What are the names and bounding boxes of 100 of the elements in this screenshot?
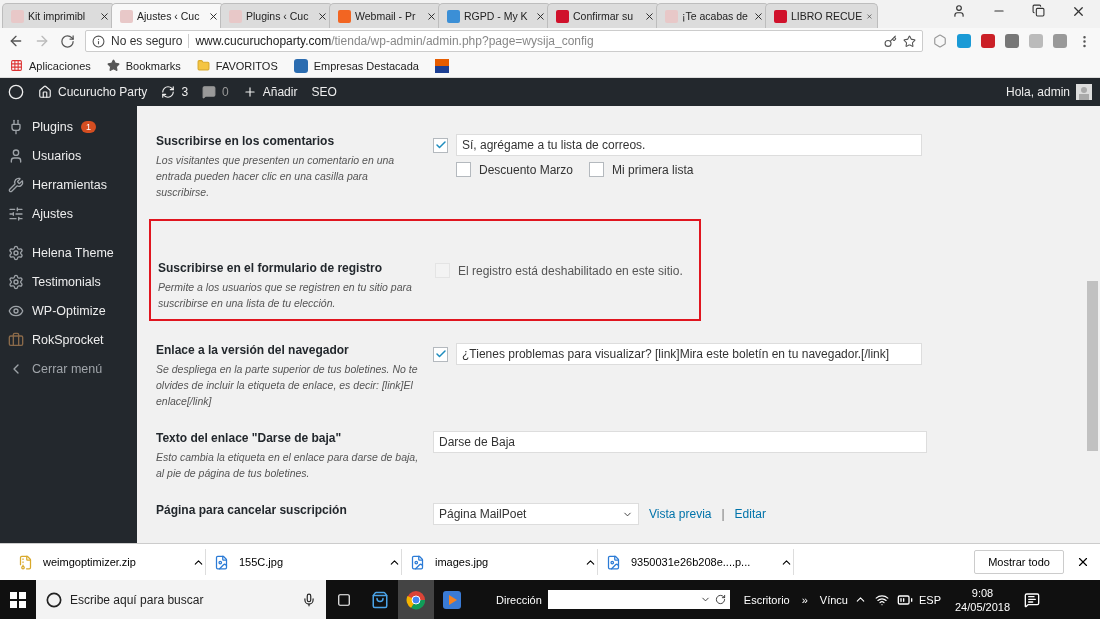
close-icon	[535, 10, 546, 22]
image-file-icon	[214, 554, 229, 570]
text-field[interactable]: ¿Tienes problemas para visualizar? [link]Mira este boletín en tu navegador.[/link]	[456, 343, 922, 365]
site-icon	[293, 58, 308, 73]
clock-date[interactable]: 24/05/2018	[955, 599, 1011, 614]
briefcase-icon	[8, 331, 24, 348]
checkbox[interactable]	[589, 162, 605, 177]
links-toolbar[interactable]: Víncu	[813, 593, 854, 606]
close-icon	[426, 10, 437, 22]
checkbox[interactable]	[433, 346, 448, 362]
more-chevron[interactable]: »	[795, 593, 814, 606]
menu-item[interactable]: Helena Theme	[32, 245, 114, 260]
home-icon	[38, 85, 52, 99]
taskbar-address-field[interactable]	[547, 590, 730, 609]
wifi-icon[interactable]	[874, 592, 889, 607]
separator: |	[721, 507, 725, 521]
close-icon	[753, 10, 764, 22]
setting-description: Los visitantes que presenten un comentario en una entrada pueden hacer clic en una casilla para suscribirse.	[156, 153, 396, 200]
site-link[interactable]: Cucurucho Party	[58, 85, 148, 99]
clock-time[interactable]: 9:08	[971, 585, 994, 600]
cortana-icon	[46, 591, 62, 608]
key-icon[interactable]	[884, 34, 897, 48]
address-bar[interactable]: No es seguro www.cucuruchoparty.com/tienda/wp-admin/admin.php?page=wysija_config	[85, 30, 923, 52]
plus-icon	[242, 85, 257, 99]
address-toolbar-label: Dirección	[495, 593, 543, 606]
sliders-icon	[8, 205, 24, 222]
setting-label: Enlace a la versión del navegador	[156, 343, 350, 357]
taskbar-search[interactable]: Escribe aquí para buscar	[36, 580, 326, 619]
windows-logo-icon[interactable]	[10, 591, 26, 608]
restore-icon[interactable]	[1032, 3, 1045, 17]
download-item[interactable]: weimgoptimizer.zip	[43, 556, 182, 568]
updates-count[interactable]: 3	[181, 85, 189, 99]
bookmark-link[interactable]: FAVORITOS	[215, 59, 278, 72]
preview-link[interactable]: Vista previa	[649, 507, 712, 521]
notifications-icon[interactable]	[1024, 591, 1041, 608]
profile-icon	[952, 3, 966, 18]
close-icon	[317, 10, 328, 22]
chrome-icon[interactable]	[406, 589, 426, 610]
checkbox[interactable]	[456, 162, 471, 177]
page-select[interactable]: Página MailPoet	[433, 503, 639, 525]
scrollbar-thumb[interactable]	[1087, 281, 1098, 451]
flag-icon	[434, 58, 449, 73]
close-icon	[644, 10, 655, 22]
star-icon[interactable]	[903, 34, 916, 48]
wrench-icon	[8, 176, 24, 193]
zip-file-icon	[18, 554, 33, 570]
setting-note: El registro está deshabilitado en este sitio.	[458, 263, 683, 278]
checkbox[interactable]	[433, 137, 448, 153]
store-icon[interactable]	[371, 590, 389, 609]
task-view-icon[interactable]	[337, 592, 351, 607]
plug-icon	[8, 118, 24, 135]
setting-label: Suscribirse en el formulario de registro	[158, 261, 384, 275]
download-item[interactable]: 155C.jpg	[239, 556, 378, 568]
bookmark-link[interactable]: Bookmarks	[125, 59, 181, 72]
menu-item[interactable]: Usuarios	[32, 148, 82, 163]
gear-icon	[8, 273, 24, 290]
apps-icon	[10, 59, 23, 72]
menu-item[interactable]: Herramientas	[32, 177, 108, 192]
reload-icon	[714, 594, 726, 605]
show-all-button[interactable]: Mostrar todo	[974, 550, 1064, 574]
bookmark-link[interactable]: Aplicaciones	[29, 59, 91, 72]
media-player-icon[interactable]	[443, 590, 461, 609]
menu-item[interactable]: WP-Optimize	[32, 303, 106, 318]
close-icon[interactable]	[1076, 555, 1090, 569]
language-indicator[interactable]: ESP	[912, 593, 947, 606]
edit-link[interactable]: Editar	[734, 507, 766, 521]
setting-label: Página para cancelar suscripción	[156, 503, 348, 517]
menu-item[interactable]: RokSprocket	[32, 332, 104, 347]
menu-item[interactable]: Plugins	[32, 119, 73, 134]
user-icon	[8, 147, 24, 164]
reload-icon[interactable]	[60, 33, 75, 49]
checkbox-label: Descuento Marzo	[479, 162, 574, 177]
info-icon	[92, 34, 105, 48]
count-badge: 1	[81, 120, 96, 133]
download-item[interactable]: 9350031e26b208e....p...	[631, 556, 770, 568]
menu-item[interactable]: Cerrar menú	[32, 361, 103, 376]
comment-icon	[202, 85, 217, 99]
comments-count[interactable]: 0	[222, 85, 229, 99]
setting-description: Permite a los usuarios que se registren en tu sitio para suscribirse en una lista de tu elección.	[158, 280, 413, 311]
setting-description: Esto cambia la etiqueta en el enlace para darse de baja, al pie de página de tus boletines.	[156, 450, 420, 481]
gear-icon	[8, 244, 24, 261]
bookmark-link[interactable]: Empresas Destacada	[313, 59, 419, 72]
setting-label: Suscribirse en los comentarios	[156, 134, 336, 148]
new-link[interactable]: Añadir	[262, 85, 298, 99]
text-field[interactable]: Sí, agrégame a tu lista de correos.	[456, 134, 922, 156]
image-file-icon	[410, 554, 425, 570]
avatar-icon	[1076, 84, 1092, 100]
desktop-toolbar[interactable]: Escritorio	[737, 593, 796, 606]
close-icon	[99, 10, 110, 22]
star-icon	[106, 59, 120, 72]
browser-tab[interactable]: LIBRO RECUE	[765, 3, 878, 28]
text-field[interactable]: Darse de Baja	[433, 431, 927, 453]
back-icon[interactable]	[8, 33, 24, 49]
checkbox-label: Mi primera lista	[612, 162, 694, 177]
browser-tab[interactable]: Confirmar su	[547, 3, 660, 28]
download-item[interactable]: images.jpg	[435, 556, 574, 568]
seo-link[interactable]: SEO	[311, 85, 337, 99]
menu-item[interactable]: Testimonials	[32, 274, 101, 289]
greeting-link[interactable]: Hola, admin	[1005, 85, 1070, 99]
menu-item[interactable]: Ajustes	[32, 206, 73, 221]
